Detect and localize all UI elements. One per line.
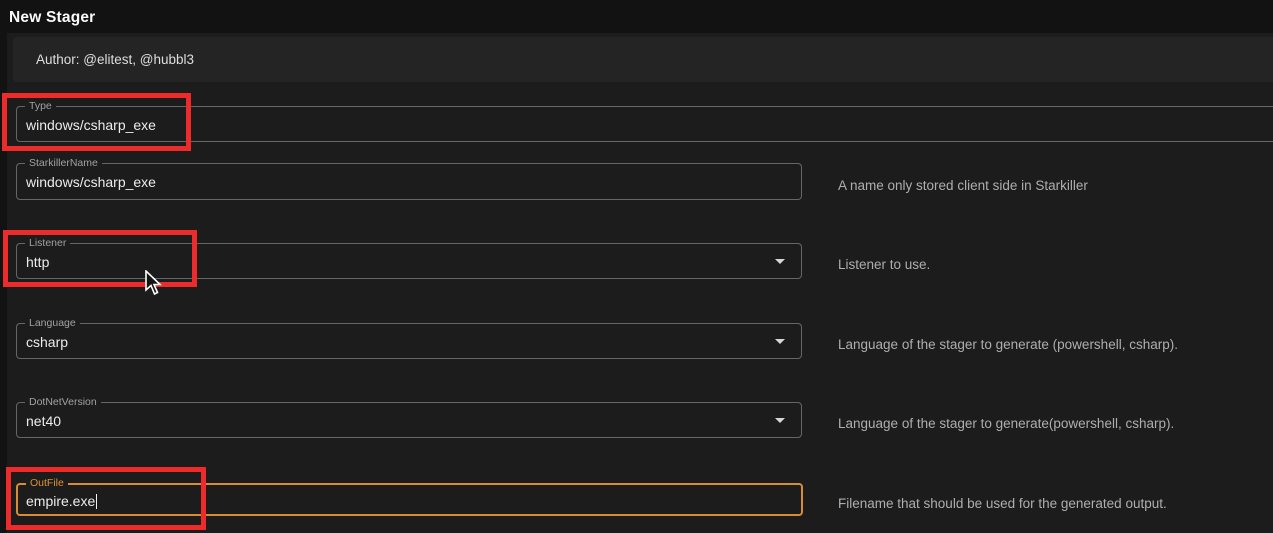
language-select-value: csharp xyxy=(26,333,68,351)
dotnetversion-helper-text: Language of the stager to generate(power… xyxy=(838,416,1174,432)
dotnetversion-select[interactable]: DotNetVersion net40 xyxy=(16,402,802,438)
annotation-box-type xyxy=(2,93,191,151)
language-helper-text: Language of the stager to generate (powe… xyxy=(838,337,1178,353)
chevron-down-icon xyxy=(775,259,785,264)
listener-helper-text: Listener to use. xyxy=(838,257,930,273)
annotation-box-listener xyxy=(3,230,197,287)
chevron-down-icon xyxy=(775,418,785,423)
language-select[interactable]: Language csharp xyxy=(16,323,802,359)
starkillername-field-value: windows/csharp_exe xyxy=(26,173,156,191)
annotation-box-outfile xyxy=(6,467,206,530)
dotnetversion-select-label: DotNetVersion xyxy=(25,396,101,409)
author-text: Author: @elitest, @hubbl3 xyxy=(36,52,194,67)
author-card: Author: @elitest, @hubbl3 xyxy=(13,37,1273,82)
starkillername-field[interactable]: StarkillerName windows/csharp_exe xyxy=(16,163,802,200)
new-stager-page: { "page": { "title": "New Stager" }, "au… xyxy=(0,0,1273,533)
outfile-helper-text: Filename that should be used for the gen… xyxy=(838,496,1167,512)
dotnetversion-select-value: net40 xyxy=(26,412,61,430)
type-field[interactable]: Type windows/csharp_exe xyxy=(16,106,1273,142)
starkillername-field-label: StarkillerName xyxy=(25,157,102,170)
chevron-down-icon xyxy=(775,339,785,344)
page-title: New Stager xyxy=(9,9,95,27)
language-select-label: Language xyxy=(25,317,80,330)
starkillername-helper-text: A name only stored client side in Starki… xyxy=(838,178,1088,194)
mouse-cursor-icon xyxy=(144,270,164,298)
